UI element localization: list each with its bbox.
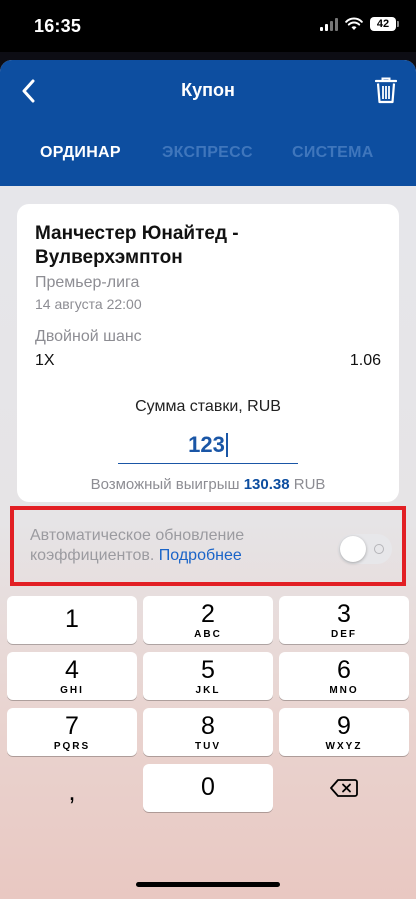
key-0[interactable]: 0 [143, 764, 273, 812]
outcome-label: 1X [35, 352, 55, 369]
coupon-sheet: Купон ОРДИНАР ЭКСПРЕСС СИСТЕМА Манчестер… [0, 60, 416, 899]
numeric-keypad: 1 2 ABC 3 DEF 4 GHI 5 JKL 6 MNO 7 PQRS 8… [0, 596, 416, 899]
key-2[interactable]: 2 ABC [143, 596, 273, 644]
key-3[interactable]: 3 DEF [279, 596, 409, 644]
cellular-signal-icon [320, 17, 338, 31]
stake-label: Сумма ставки, RUB [135, 398, 281, 415]
auto-update-row: Автоматическое обновление коэффициентов.… [10, 506, 406, 586]
tab-express[interactable]: ЭКСПРЕСС [162, 144, 253, 162]
key-7[interactable]: 7 PQRS [7, 708, 137, 756]
status-icons: 42 [320, 17, 399, 31]
toggle-off-icon [374, 544, 384, 554]
key-6[interactable]: 6 MNO [279, 652, 409, 700]
winnings-currency: RUB [293, 476, 326, 493]
delete-coupon-button[interactable] [372, 74, 400, 106]
possible-winnings: Возможный выигрыш 130.38 RUB [17, 476, 399, 493]
coupon-header: Купон ОРДИНАР ЭКСПРЕСС СИСТЕМА [0, 60, 416, 186]
league-name: Премьер-лига [35, 274, 140, 291]
match-title: Манчестер Юнайтед - Вулверхэмптон [35, 223, 239, 268]
stake-value: 123 [188, 431, 225, 457]
winnings-label: Возможный выигрыш [90, 476, 240, 493]
page-title: Купон [181, 80, 235, 100]
auto-update-toggle[interactable] [338, 534, 392, 564]
tab-single[interactable]: ОРДИНАР [40, 144, 121, 162]
toggle-knob [340, 536, 366, 562]
tab-system[interactable]: СИСТЕМА [292, 144, 374, 162]
status-time: 16:35 [34, 16, 82, 36]
market-name: Двойной шанс [35, 328, 142, 345]
match-date: 14 августа 22:00 [35, 296, 142, 312]
home-indicator[interactable] [136, 882, 280, 887]
key-1[interactable]: 1 [7, 596, 137, 644]
stake-input[interactable]: 123 [118, 426, 298, 464]
key-4[interactable]: 4 GHI [7, 652, 137, 700]
battery-icon: 42 [370, 17, 399, 31]
auto-update-text: Автоматическое обновление коэффициентов.… [30, 526, 320, 566]
wifi-icon [345, 17, 363, 30]
key-comma[interactable]: , [7, 764, 137, 812]
bet-card: Манчестер Юнайтед - Вулверхэмптон Премье… [17, 204, 399, 502]
text-cursor [225, 432, 228, 457]
key-9[interactable]: 9 WXYZ [279, 708, 409, 756]
backspace-icon [330, 779, 358, 797]
more-info-link[interactable]: Подробнее [159, 547, 242, 564]
trash-icon [375, 77, 397, 104]
key-8[interactable]: 8 TUV [143, 708, 273, 756]
bet-type-tabs: ОРДИНАР ЭКСПРЕСС СИСТЕМА [0, 144, 416, 166]
winnings-amount: 130.38 [243, 476, 290, 493]
key-5[interactable]: 5 JKL [143, 652, 273, 700]
odds-value: 1.06 [349, 352, 381, 369]
status-bar: 16:35 42 [0, 0, 416, 52]
key-delete[interactable] [279, 764, 409, 812]
